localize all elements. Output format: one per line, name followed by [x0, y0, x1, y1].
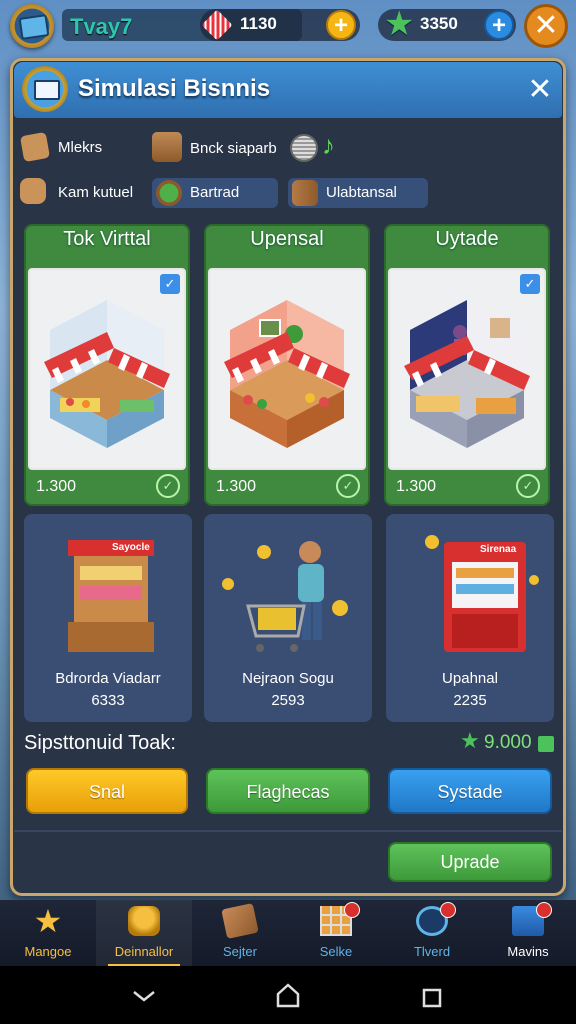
nav-item-tlverd[interactable]: Tlverd — [384, 900, 480, 966]
store-title: Upensal — [250, 228, 324, 250]
stars-value: 3350 — [420, 14, 458, 33]
store-card[interactable]: Uytade ✓ 1.300 ✓ — [384, 224, 550, 506]
nav-item-selke[interactable]: Selke — [288, 900, 384, 966]
coins-value: 1130 — [240, 14, 277, 33]
item-value: 2235 — [453, 692, 487, 709]
add-coins-button[interactable]: + — [326, 10, 356, 40]
confirm-icon[interactable]: ✓ — [336, 474, 360, 498]
selected-check-icon: ✓ — [520, 274, 540, 294]
hammer-icon — [221, 903, 259, 939]
category-label[interactable]: Bnck siaparb — [190, 140, 277, 157]
item-value: 2593 — [271, 692, 305, 709]
star-icon: ★ — [33, 903, 63, 939]
register-icon — [22, 66, 68, 112]
store-price: 1.300 — [396, 478, 437, 495]
nav-label: Selke — [319, 944, 353, 959]
summary-label: Sipsttonuid Toak: — [24, 732, 176, 754]
store-image: ✓ — [28, 268, 186, 470]
nav-label: Mavins — [507, 944, 549, 959]
confirm-icon[interactable]: ✓ — [516, 474, 540, 498]
item-card[interactable]: Sayocle Bdrorda Viadarr 6333 — [24, 514, 192, 722]
notification-badge — [440, 902, 456, 918]
confirm-icon[interactable]: ✓ — [156, 474, 180, 498]
panel-title: Simulasi Bisnnis — [78, 75, 271, 102]
player-name: Tvay7 — [70, 14, 133, 39]
recents-icon[interactable] — [422, 988, 442, 1008]
star-icon: ★ — [384, 5, 415, 43]
star-icon: ★ — [460, 728, 480, 753]
notification-badge — [536, 902, 552, 918]
item-name: Bdrorda Viadarr — [55, 670, 161, 687]
store-price: 1.300 — [36, 478, 77, 495]
add-stars-button[interactable]: + — [484, 10, 514, 40]
nav-label: Mangoe — [24, 944, 72, 959]
nav-label: Deinnallor — [114, 944, 174, 959]
nav-item-mangoe[interactable]: ★ Mangoe — [0, 900, 96, 966]
item-name: Upahnal — [442, 670, 498, 687]
avatar-icon — [18, 14, 50, 40]
close-icon[interactable]: ✕ — [524, 4, 568, 48]
plant-icon — [156, 180, 182, 206]
home-icon[interactable] — [274, 982, 302, 1008]
music-icon[interactable]: ♪ — [322, 130, 335, 161]
green-action-button[interactable]: Flaghecas — [206, 768, 370, 814]
virtual-shop-illustration — [44, 300, 170, 448]
store-card[interactable]: Upensal 1.300 ✓ — [204, 224, 370, 506]
cash-icon — [538, 736, 554, 752]
store-title: Uytade — [435, 228, 499, 250]
blue-action-button[interactable]: Systade — [388, 768, 552, 814]
shopper-cart-icon — [222, 541, 348, 652]
category-label: Bartrad — [190, 184, 240, 201]
yellow-action-button[interactable]: Snal — [26, 768, 188, 814]
back-icon[interactable] — [130, 986, 158, 1006]
box-icon — [19, 131, 51, 163]
store-image: ✓ — [388, 268, 546, 470]
store-card[interactable]: Tok Virttal ✓ 1.300 ✓ — [24, 224, 190, 506]
nav-item-sejter[interactable]: Sejter — [192, 900, 288, 966]
store-price: 1.300 — [216, 478, 257, 495]
animal-icon — [20, 178, 46, 204]
globe-icon[interactable] — [290, 134, 318, 162]
selected-check-icon: ✓ — [160, 274, 180, 294]
store-image — [208, 268, 366, 470]
supermarket-illustration — [404, 300, 530, 448]
item-card[interactable]: Nejraon Sogu 2593 — [204, 514, 372, 722]
category-label[interactable]: Mlekrs — [58, 139, 102, 156]
nav-item-mavins[interactable]: Mavins — [480, 900, 576, 966]
notification-badge — [344, 902, 360, 918]
nav-label: Tlverd — [413, 944, 451, 959]
barrel-icon — [292, 180, 318, 206]
summary-value: 9.000 — [484, 732, 532, 753]
nav-item-deinnallor[interactable]: Deinnallor — [96, 900, 192, 966]
basket-icon — [128, 906, 160, 936]
item-name: Nejraon Sogu — [242, 670, 334, 687]
category-label: Ulabtansal — [326, 184, 397, 201]
divider — [14, 830, 562, 832]
counter-sign: Sirenaa — [480, 544, 517, 555]
fruit-shop-illustration — [224, 300, 350, 448]
category-label[interactable]: Kam kutuel — [58, 184, 133, 201]
nav-label: Sejter — [223, 944, 257, 959]
upgrade-button[interactable]: Uprade — [388, 842, 552, 882]
stall-sign: Sayocle — [112, 542, 150, 553]
crate-icon — [152, 132, 182, 162]
avatar[interactable] — [10, 4, 54, 48]
item-value: 6333 — [91, 692, 125, 709]
item-card[interactable]: Sirenaa Upahnal 2235 — [386, 514, 554, 722]
store-title: Tok Virttal — [63, 228, 151, 250]
close-panel-button[interactable]: ✕ — [520, 70, 560, 110]
